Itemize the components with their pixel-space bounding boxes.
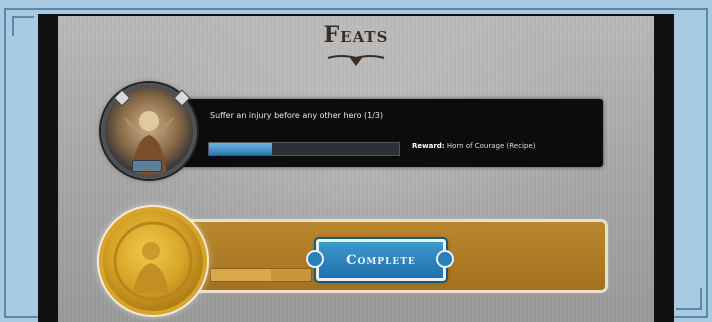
feat-1-reward-value: Horn of Courage (Recipe) bbox=[446, 142, 536, 150]
feat-1-reward-label: Reward: bbox=[412, 142, 445, 150]
feat-1-progress-fill bbox=[209, 143, 272, 155]
feat-2-progress-bar bbox=[210, 268, 312, 282]
frame-corner-bottom-right bbox=[676, 288, 702, 310]
portrait-ribbon bbox=[132, 160, 162, 172]
feat-1-description: Suffer an injury before any other hero (… bbox=[210, 111, 384, 120]
feat-1-bar bbox=[178, 99, 603, 167]
ornament-icon bbox=[327, 55, 385, 66]
button-flourish-left-icon bbox=[306, 250, 324, 268]
button-flourish-right-icon bbox=[436, 250, 454, 268]
complete-button[interactable]: Complete bbox=[316, 239, 446, 281]
gold-medal-icon bbox=[99, 207, 207, 315]
feat-1-reward: Reward: Horn of Courage (Recipe) bbox=[412, 142, 535, 150]
medal-figure-icon bbox=[113, 221, 193, 301]
page-title: Feats bbox=[323, 22, 389, 48]
feat-2-progress-fill bbox=[211, 269, 271, 281]
feat-1-progress-bar bbox=[208, 142, 400, 156]
